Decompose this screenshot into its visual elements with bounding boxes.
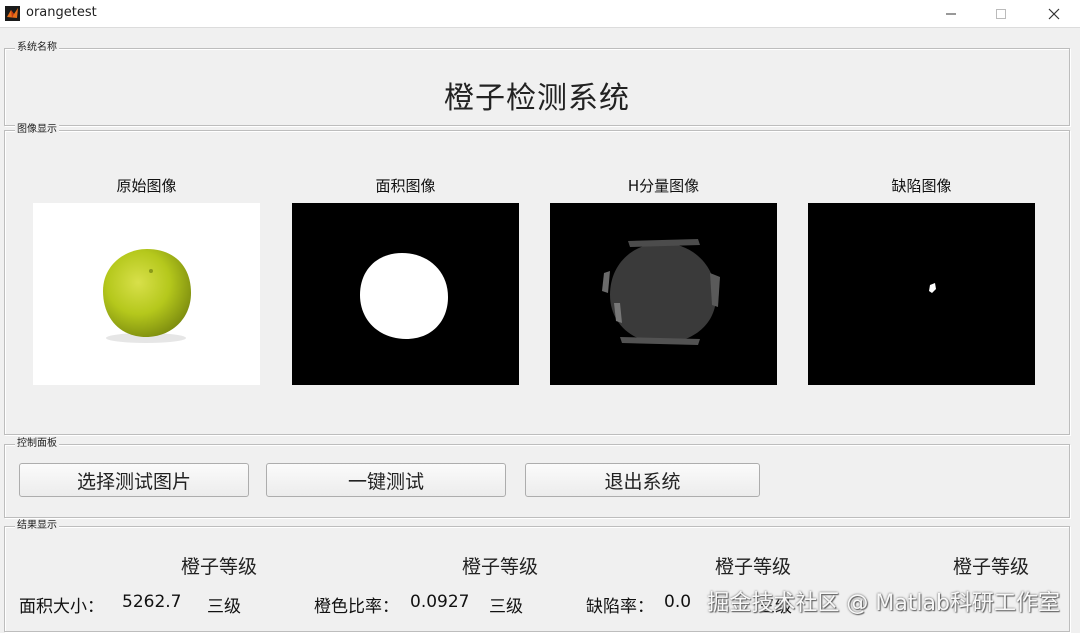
watermark: 掘金技术社区 @ Matlab科研工作室	[707, 591, 1060, 616]
orange-grade-header: 橙子等级	[953, 556, 1030, 578]
defect-rate-value: 0.0	[664, 592, 692, 612]
orange-grade-header: 橙子等级	[181, 556, 258, 578]
close-button[interactable]	[1031, 0, 1077, 27]
close-icon	[1048, 8, 1060, 19]
orange-ratio-grade: 三级	[489, 597, 523, 617]
defect-rate-label: 缺陷率：	[586, 597, 654, 617]
minimize-button[interactable]	[928, 0, 974, 27]
area-image-caption: 面积图像	[375, 177, 436, 195]
defect-image-caption: 缺陷图像	[891, 177, 952, 195]
title-bar: orangetest	[0, 0, 1080, 28]
panel-label: 图像显示	[15, 123, 59, 137]
matlab-icon	[5, 6, 20, 21]
hue-image-caption: H分量图像	[627, 177, 700, 195]
area-image	[292, 203, 519, 385]
one-click-test-button[interactable]: 一键测试	[266, 463, 506, 497]
area-size-value: 5262.7	[122, 592, 182, 612]
original-image	[33, 203, 260, 385]
minimize-icon	[946, 13, 956, 14]
exit-system-button[interactable]: 退出系统	[525, 463, 760, 497]
panel-label: 系统名称	[15, 41, 59, 55]
orange-grade-header: 橙子等级	[715, 556, 792, 578]
orange-ratio-label: 橙色比率：	[314, 597, 399, 617]
select-test-image-button[interactable]: 选择测试图片	[19, 463, 249, 497]
system-title: 橙子检测系统	[444, 81, 630, 116]
window-title: orangetest	[26, 5, 97, 20]
maximize-button[interactable]	[978, 0, 1024, 27]
maximize-icon	[996, 8, 1006, 19]
defect-image	[808, 203, 1035, 385]
area-size-label: 面积大小：	[19, 597, 104, 617]
orange-grade-header: 橙子等级	[462, 556, 539, 578]
hue-image	[550, 203, 777, 385]
panel-label: 控制面板	[15, 437, 59, 451]
orange-ratio-value: 0.0927	[410, 592, 470, 612]
system-name-panel: 系统名称 橙子检测系统	[4, 41, 1070, 126]
panel-label: 结果显示	[15, 519, 59, 533]
original-image-caption: 原始图像	[116, 177, 177, 195]
area-grade-value: 三级	[207, 597, 241, 617]
